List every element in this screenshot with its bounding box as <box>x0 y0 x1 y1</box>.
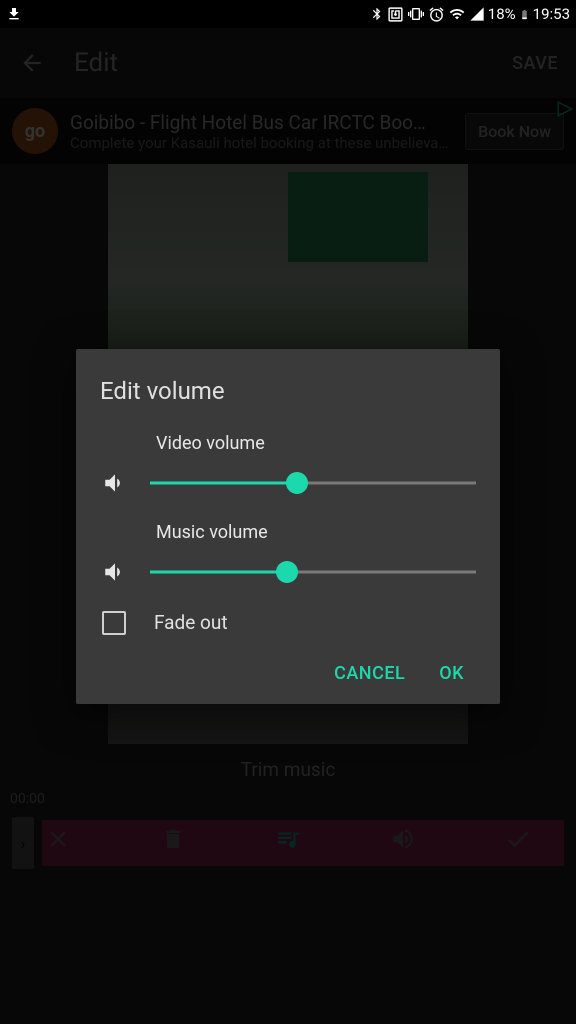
video-volume-label: Video volume <box>156 433 476 454</box>
modal-overlay[interactable]: Edit volume Video volume Music volume <box>0 28 576 1024</box>
dialog-title: Edit volume <box>100 377 476 405</box>
fade-out-label: Fade out <box>154 611 228 634</box>
wifi-icon <box>448 6 466 22</box>
nfc-icon <box>387 6 404 23</box>
edit-volume-dialog: Edit volume Video volume Music volume <box>76 349 500 704</box>
vibrate-icon <box>407 6 425 22</box>
ok-button[interactable]: OK <box>439 663 464 684</box>
clock-text: 19:53 <box>533 5 570 23</box>
bluetooth-icon <box>370 6 384 22</box>
speaker-icon <box>100 559 130 585</box>
fade-out-checkbox[interactable] <box>102 611 126 635</box>
battery-text: 18% <box>488 5 516 23</box>
signal-icon <box>469 6 485 22</box>
music-volume-slider[interactable] <box>150 560 476 584</box>
cancel-button[interactable]: CANCEL <box>334 663 405 684</box>
alarm-icon <box>428 6 445 23</box>
video-volume-slider[interactable] <box>150 471 476 495</box>
speaker-icon <box>100 470 130 496</box>
status-bar: 18% 19:53 <box>0 0 576 28</box>
download-icon <box>6 6 22 22</box>
music-volume-label: Music volume <box>156 522 476 543</box>
battery-icon <box>519 6 530 23</box>
